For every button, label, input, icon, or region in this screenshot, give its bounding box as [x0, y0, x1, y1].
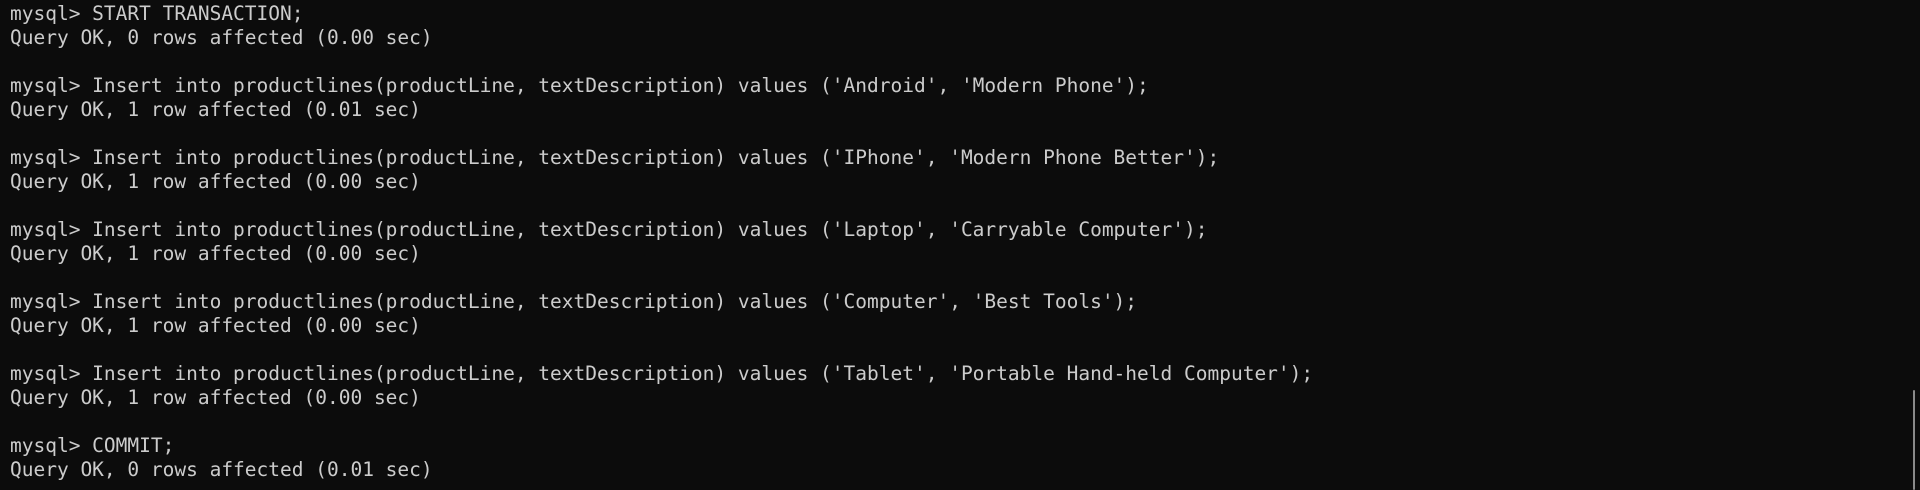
output-line: Query OK, 1 row affected (0.00 sec) — [10, 170, 421, 193]
output-line: Query OK, 1 row affected (0.00 sec) — [10, 314, 421, 337]
command-line: mysql> Insert into productlines(productL… — [10, 74, 1149, 97]
output-line: Query OK, 0 rows affected (0.00 sec) — [10, 26, 433, 49]
output-line: Query OK, 0 rows affected (0.01 sec) — [10, 458, 433, 481]
command-line: mysql> Insert into productlines(productL… — [10, 290, 1138, 313]
scrollbar-thumb[interactable] — [1913, 390, 1915, 490]
output-line: Query OK, 1 row affected (0.00 sec) — [10, 386, 421, 409]
command-line: mysql> Insert into productlines(productL… — [10, 362, 1314, 385]
output-line: Query OK, 1 row affected (0.00 sec) — [10, 242, 421, 265]
output-line: Query OK, 1 row affected (0.01 sec) — [10, 98, 421, 121]
scrollbar[interactable] — [1906, 0, 1920, 490]
command-line: mysql> Insert into productlines(productL… — [10, 146, 1220, 169]
command-line: mysql> Insert into productlines(productL… — [10, 218, 1208, 241]
command-line: mysql> COMMIT; — [10, 434, 175, 457]
command-line: mysql> START TRANSACTION; — [10, 2, 304, 25]
terminal-window[interactable]: mysql> START TRANSACTION; Query OK, 0 ro… — [0, 0, 1920, 490]
